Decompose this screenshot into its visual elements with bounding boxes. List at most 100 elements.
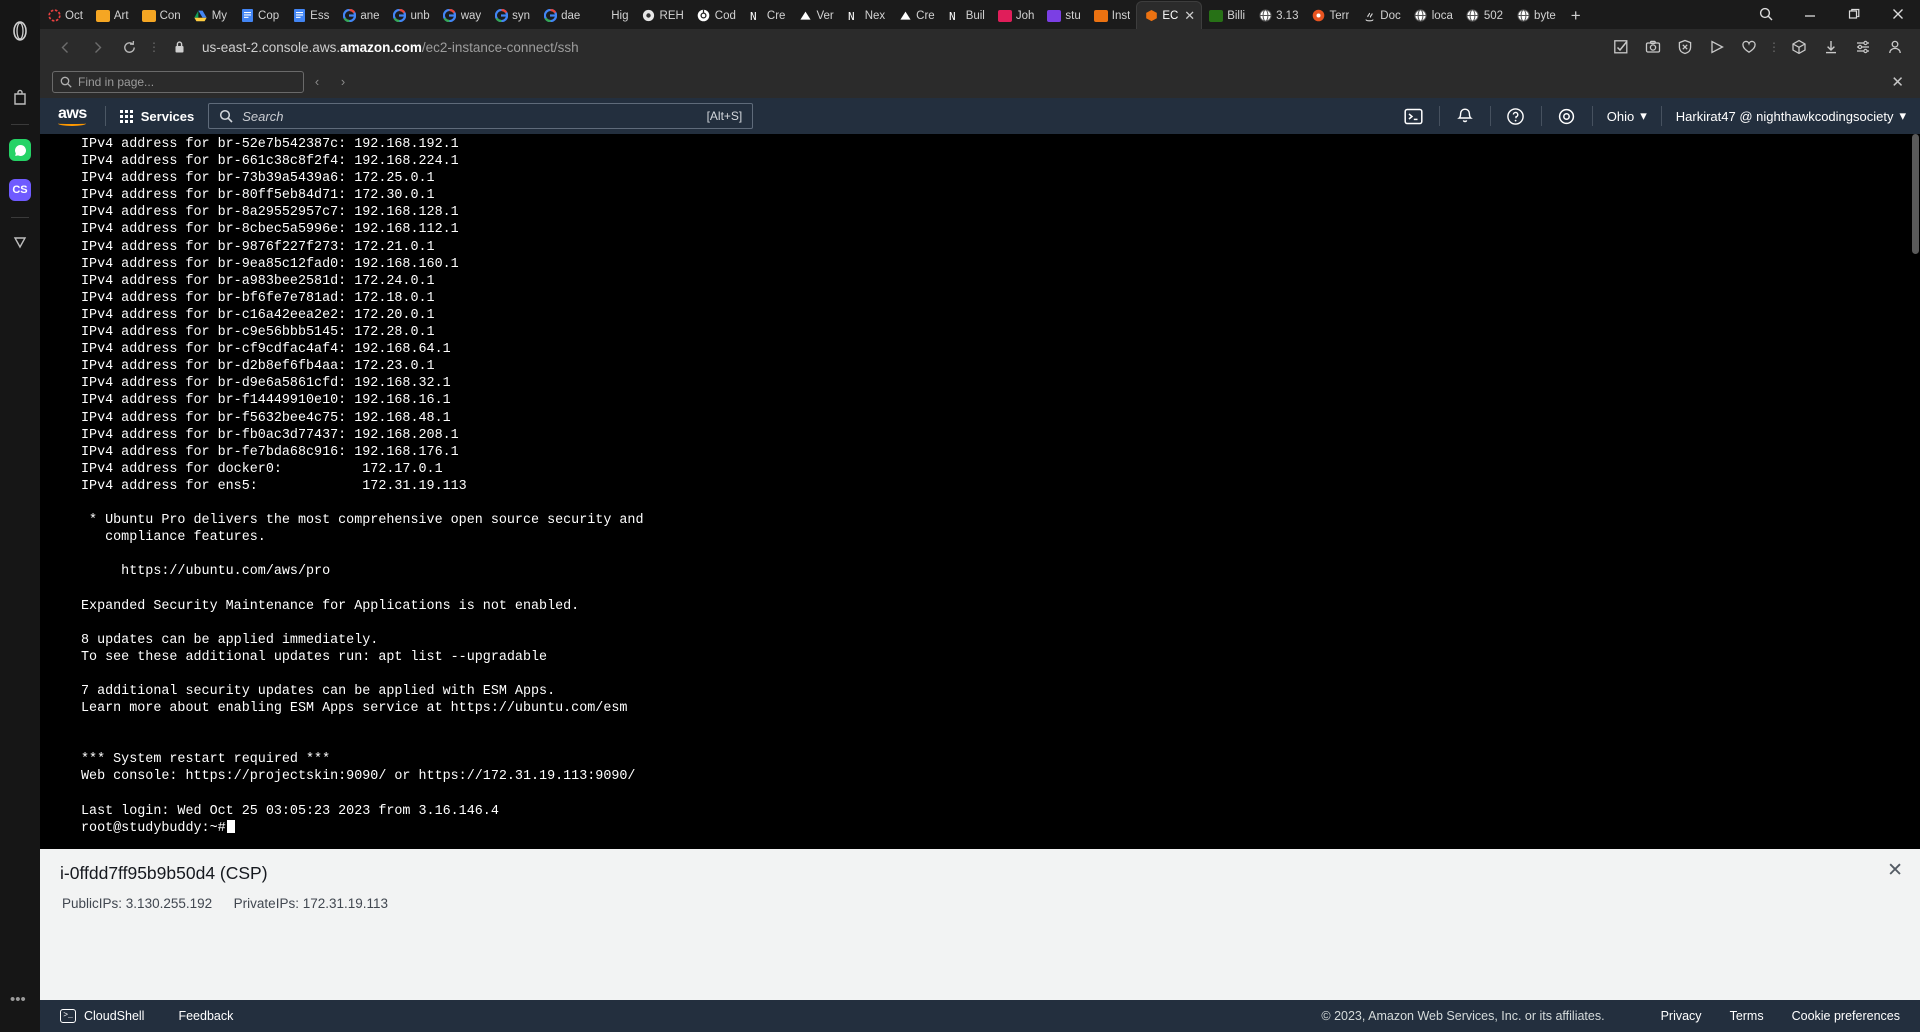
- browser-tab-502[interactable]: 502: [1459, 2, 1509, 29]
- browser-tab-unb[interactable]: unb: [386, 2, 436, 29]
- reload-icon[interactable]: [114, 33, 144, 61]
- page-menu-dots-icon[interactable]: ⋮: [146, 40, 162, 54]
- aws-console-header[interactable]: aws Services Search [Alt+S] Ohio ▾ Harki…: [40, 98, 1920, 134]
- privacy-link[interactable]: Privacy: [1661, 1009, 1702, 1023]
- aws-header-right[interactable]: Ohio ▾ Harkirat47 @ nighthawkcodingsocie…: [1389, 98, 1920, 134]
- find-close-button[interactable]: ✕: [1891, 73, 1908, 91]
- tab-label: stu: [1065, 9, 1081, 22]
- cube-extension-icon[interactable]: [1784, 33, 1814, 61]
- browser-tab-dae[interactable]: dae: [536, 2, 586, 29]
- rail-more-icon[interactable]: •••: [10, 991, 26, 1008]
- terminal-scrollbar[interactable]: [1910, 134, 1920, 849]
- notifications-icon[interactable]: [1440, 98, 1490, 134]
- cookie-preferences-link[interactable]: Cookie preferences: [1792, 1009, 1900, 1023]
- browser-tab-loca[interactable]: loca: [1407, 2, 1459, 29]
- terminal-output: IPv4 address for br-52e7b542387c: 192.16…: [81, 137, 644, 819]
- easy-setup-icon[interactable]: [1848, 33, 1878, 61]
- tab-label: ane: [360, 9, 380, 22]
- browser-tab-cre[interactable]: Cre: [891, 2, 941, 29]
- edit-snapshot-icon[interactable]: [1606, 33, 1636, 61]
- send-share-icon[interactable]: [1702, 33, 1732, 61]
- whatsapp-icon[interactable]: [5, 135, 35, 165]
- rail-divider: [11, 124, 29, 125]
- browser-tab-ver[interactable]: Ver: [791, 2, 839, 29]
- browser-tab-nex[interactable]: N Nex: [840, 2, 891, 29]
- tab-close-icon[interactable]: ✕: [1184, 8, 1195, 24]
- region-selector[interactable]: Ohio ▾: [1593, 108, 1661, 124]
- browser-tab-inst[interactable]: Inst: [1087, 2, 1137, 29]
- browser-tab-byte[interactable]: byte: [1509, 2, 1562, 29]
- browser-tab-cre[interactable]: N Cre: [742, 2, 792, 29]
- browser-tab-joh[interactable]: Joh: [991, 2, 1041, 29]
- browser-tab-con[interactable]: Con: [135, 2, 187, 29]
- account-menu[interactable]: Harkirat47 @ nighthawkcodingsociety ▾: [1662, 108, 1920, 124]
- browser-tab-my[interactable]: My: [187, 2, 233, 29]
- cloudshell-label: CloudShell: [84, 1009, 145, 1023]
- pinterest-icon[interactable]: [5, 228, 35, 258]
- browser-tab-billi[interactable]: Billi: [1202, 2, 1251, 29]
- shopping-bag-icon[interactable]: [5, 82, 35, 112]
- new-tab-button[interactable]: +: [1562, 6, 1590, 29]
- browser-tab-buil[interactable]: N Buil: [941, 2, 991, 29]
- feedback-button[interactable]: Feedback: [178, 1009, 233, 1023]
- aws-logo-icon[interactable]: aws: [54, 105, 91, 128]
- minimize-button[interactable]: [1788, 0, 1832, 27]
- settings-gear-icon[interactable]: [1542, 98, 1592, 134]
- browser-tab-ec[interactable]: EC ✕: [1136, 1, 1203, 29]
- cloudshell-button[interactable]: >_ CloudShell: [60, 1009, 144, 1023]
- find-previous-button[interactable]: ‹: [304, 70, 330, 94]
- aws-console-footer[interactable]: >_ CloudShell Feedback © 2023, Amazon We…: [40, 1000, 1920, 1032]
- browser-tab-syn[interactable]: syn: [487, 2, 536, 29]
- tab-search-icon[interactable]: [1744, 0, 1788, 27]
- camera-snapshot-icon[interactable]: [1638, 33, 1668, 61]
- help-icon[interactable]: [1491, 98, 1541, 134]
- navbar-action-icons[interactable]: ⋮: [1606, 33, 1910, 61]
- ec2-instance-connect-terminal[interactable]: IPv4 address for br-52e7b542387c: 192.16…: [40, 134, 1920, 849]
- tab-label: REH: [659, 9, 684, 22]
- browser-tab-strip[interactable]: Oct Art Con My Cop Ess ane unb way syn dae Hig REH Co…: [40, 0, 1920, 29]
- footer-links[interactable]: © 2023, Amazon Web Services, Inc. or its…: [1321, 1009, 1900, 1023]
- find-next-button[interactable]: ›: [330, 70, 356, 94]
- lock-icon[interactable]: [164, 33, 194, 61]
- browser-tab-reh[interactable]: REH: [635, 2, 690, 29]
- forward-icon[interactable]: [82, 33, 112, 61]
- address-bar[interactable]: us-east-2.console.aws.amazon.com/ec2-ins…: [202, 40, 579, 55]
- browser-tab-ess[interactable]: Ess: [285, 2, 335, 29]
- close-window-button[interactable]: [1876, 0, 1920, 27]
- profile-avatar-icon[interactable]: [1880, 33, 1910, 61]
- browser-tab-stu[interactable]: stu: [1040, 2, 1086, 29]
- find-input[interactable]: Find in page...: [52, 70, 304, 93]
- ad-blocker-icon[interactable]: [1670, 33, 1700, 61]
- browser-tab-cop[interactable]: Cop: [233, 2, 285, 29]
- downloads-icon[interactable]: [1816, 33, 1846, 61]
- browser-tab-art[interactable]: Art: [89, 2, 135, 29]
- aws-search-shortcut: [Alt+S]: [706, 109, 743, 123]
- restore-button[interactable]: [1832, 0, 1876, 27]
- browser-tab-hig[interactable]: Hig: [586, 2, 634, 29]
- browser-tab-way[interactable]: way: [436, 2, 487, 29]
- services-menu-button[interactable]: Services: [119, 109, 194, 124]
- cloudshell-icon[interactable]: [1389, 98, 1439, 134]
- browser-tab-ane[interactable]: ane: [335, 2, 385, 29]
- opera-logo-icon[interactable]: [5, 16, 35, 46]
- browser-tab-cod[interactable]: Cod: [690, 2, 742, 29]
- aws-search-input[interactable]: Search [Alt+S]: [208, 103, 754, 129]
- toolbar-overflow-dots-icon[interactable]: ⋮: [1766, 40, 1782, 54]
- browser-tab-terr[interactable]: Terr: [1304, 2, 1355, 29]
- blank-icon: [593, 9, 607, 23]
- window-controls[interactable]: [1744, 0, 1920, 29]
- messenger-cs-icon[interactable]: CS: [5, 175, 35, 205]
- browser-tab-oct[interactable]: Oct: [40, 2, 89, 29]
- terms-link[interactable]: Terms: [1730, 1009, 1764, 1023]
- browser-navigation-bar[interactable]: ⋮ us-east-2.console.aws.amazon.com/ec2-i…: [40, 29, 1920, 65]
- browser-sidebar-rail[interactable]: CS •••: [0, 0, 40, 1032]
- favorite-heart-icon[interactable]: [1734, 33, 1764, 61]
- browser-tab-3-13[interactable]: 3.13: [1251, 2, 1304, 29]
- browser-tab-doc[interactable]: Doc: [1355, 2, 1406, 29]
- tab-label: Inst: [1111, 9, 1131, 22]
- back-icon[interactable]: [50, 33, 80, 61]
- scrollbar-thumb[interactable]: [1912, 134, 1919, 254]
- tab-label: Oct: [65, 9, 83, 22]
- find-in-page-bar[interactable]: Find in page... ‹ › ✕: [40, 65, 1920, 98]
- close-panel-button[interactable]: ✕: [1887, 859, 1903, 882]
